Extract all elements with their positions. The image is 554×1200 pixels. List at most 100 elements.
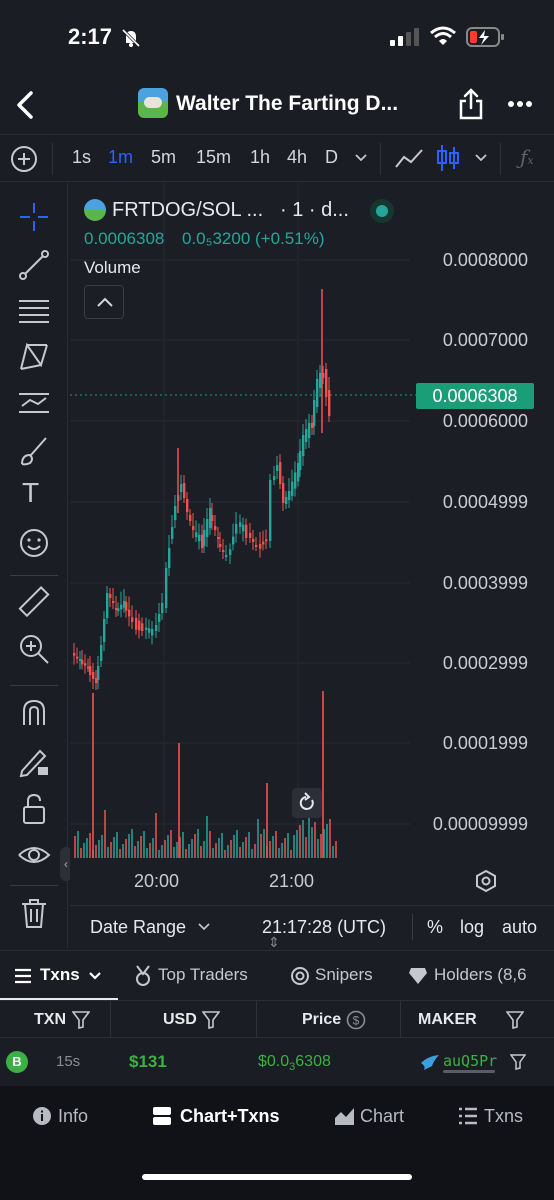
volume-bar <box>242 842 244 858</box>
volume-bar <box>182 832 184 858</box>
volume-bar <box>248 832 250 858</box>
share-icon[interactable] <box>458 88 484 120</box>
currency-toggle-icon[interactable]: $ <box>346 1010 366 1030</box>
zoom-in-icon[interactable] <box>16 631 52 667</box>
crosshair-icon[interactable] <box>16 199 52 235</box>
indicators-fx-icon[interactable]: ƒx <box>520 145 534 169</box>
volume-bar <box>209 831 211 858</box>
date-range-button[interactable]: Date Range <box>90 917 186 938</box>
nav-chart[interactable]: Chart <box>360 1106 404 1127</box>
volume-bar <box>287 833 289 858</box>
reset-zoom-button[interactable] <box>292 788 322 818</box>
volume-bar <box>104 810 106 858</box>
candle-body <box>155 625 158 631</box>
price-chart[interactable]: FRTDOG/SOL ... · 1 · d... 0.0006308 0.0₅… <box>70 183 554 905</box>
log-toggle[interactable]: log <box>460 917 484 938</box>
pattern-tool-icon[interactable] <box>16 339 52 375</box>
volume-bar <box>290 850 292 858</box>
filter-icon[interactable] <box>202 1011 220 1029</box>
volume-bar <box>326 824 328 858</box>
candle-body <box>282 483 285 503</box>
header-txn: TXN <box>34 1011 66 1028</box>
timeframe-d[interactable]: D <box>325 147 338 168</box>
chevron-down-icon[interactable] <box>198 923 210 931</box>
nav-info[interactable]: Info <box>58 1106 88 1127</box>
maker-address[interactable]: auQ5Pr <box>443 1052 497 1070</box>
candle-body <box>131 617 134 622</box>
volume-bar <box>140 836 142 858</box>
eye-icon[interactable] <box>16 837 52 873</box>
candle-body <box>262 541 265 545</box>
tab-snipers[interactable]: Snipers <box>315 965 373 985</box>
timeframe-4h[interactable]: 4h <box>287 147 307 168</box>
magnet-icon[interactable] <box>16 695 52 731</box>
collapse-legend-button[interactable] <box>84 285 124 319</box>
candle-body <box>138 620 141 631</box>
current-price-tag: 0.0006308 <box>416 383 534 409</box>
candles-icon[interactable] <box>436 143 460 173</box>
volume-bar <box>110 842 112 858</box>
volume-bar <box>203 841 205 858</box>
header-price: Price <box>302 1011 342 1028</box>
filter-icon[interactable] <box>506 1011 524 1029</box>
more-options-icon[interactable] <box>508 100 532 108</box>
resize-handle-icon[interactable]: ⇕ <box>268 934 280 951</box>
chevron-down-icon[interactable] <box>354 153 368 163</box>
chevron-down-icon[interactable] <box>88 971 102 981</box>
diamond-icon <box>409 968 427 984</box>
candle-body <box>305 429 308 442</box>
volume-bar <box>239 847 241 858</box>
timeframe-15m[interactable]: 15m <box>196 147 231 168</box>
tab-top-traders[interactable]: Top Traders <box>158 965 248 985</box>
timeframe-5m[interactable]: 5m <box>151 147 176 168</box>
volume-bar <box>173 847 175 858</box>
volume-bar <box>158 850 160 858</box>
nav-txns[interactable]: Txns <box>484 1106 523 1127</box>
x-axis-label: 20:00 <box>134 871 180 891</box>
tab-holders[interactable]: Holders (8,6 <box>434 965 527 985</box>
add-indicator-icon[interactable] <box>10 145 38 173</box>
ruler-icon[interactable] <box>16 585 52 621</box>
chart-settings-icon[interactable] <box>474 869 498 893</box>
forecast-tool-icon[interactable] <box>16 385 52 421</box>
unlock-icon[interactable] <box>16 791 52 827</box>
auto-toggle[interactable]: auto <box>502 917 537 938</box>
filter-icon[interactable] <box>72 1011 90 1029</box>
timeframe-1s[interactable]: 1s <box>72 147 91 168</box>
token-mini-icon <box>84 199 106 221</box>
candle-body <box>151 629 154 636</box>
menu-lines-icon <box>15 968 31 984</box>
volume-bar <box>218 838 220 858</box>
line-chart-icon[interactable] <box>394 147 424 171</box>
candle-body <box>135 618 138 630</box>
y-axis-label: 0.0008000 <box>442 250 528 270</box>
table-row[interactable]: B 15s $131 $0.036308 auQ5Pr <box>0 1038 554 1086</box>
candle-body <box>165 568 168 608</box>
volume-bar <box>98 840 100 858</box>
candle-body <box>125 602 128 611</box>
lock-drawings-icon[interactable] <box>16 743 52 779</box>
back-chevron-icon[interactable] <box>14 90 36 120</box>
volume-bar <box>281 843 283 858</box>
brush-icon[interactable] <box>16 433 52 469</box>
chevron-down-icon[interactable] <box>474 153 488 163</box>
timeframe-1m[interactable]: 1m <box>108 147 133 168</box>
y-axis-label: 0.0004999 <box>442 492 528 512</box>
filter-icon[interactable] <box>510 1054 526 1070</box>
fib-lines-icon[interactable] <box>16 293 52 329</box>
list-icon <box>459 1107 477 1125</box>
emoji-icon[interactable] <box>16 525 52 561</box>
volume-bar <box>188 844 190 858</box>
volume-bar <box>194 834 196 858</box>
svg-text:$: $ <box>353 1014 360 1028</box>
tab-txns[interactable]: Txns <box>40 965 80 985</box>
nav-chart-txns[interactable]: Chart+Txns <box>180 1106 280 1127</box>
volume-bar <box>164 840 166 858</box>
trend-line-icon[interactable] <box>16 247 52 283</box>
percent-toggle[interactable]: % <box>427 917 443 938</box>
trash-icon[interactable] <box>16 895 52 931</box>
volume-bar <box>254 844 256 858</box>
text-tool-icon[interactable]: T <box>22 477 39 509</box>
cellular-signal-icon <box>390 28 419 46</box>
timeframe-1h[interactable]: 1h <box>250 147 270 168</box>
